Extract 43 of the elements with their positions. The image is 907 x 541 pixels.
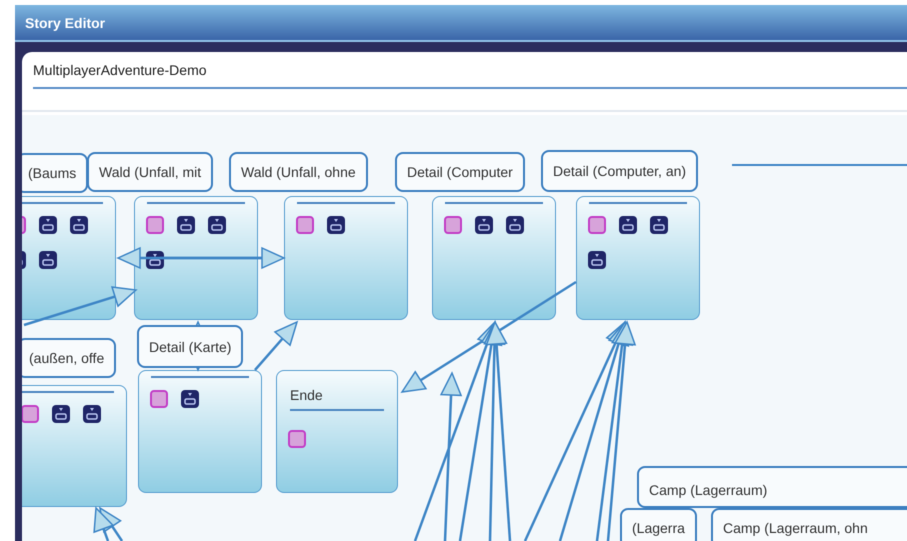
square-icon [588, 216, 606, 234]
node-label[interactable]: Camp (Lagerraum) [637, 466, 907, 508]
tray-icon [39, 251, 57, 269]
story-title-field[interactable]: MultiplayerAdventure-Demo [33, 62, 907, 89]
node-label[interactable]: (Lagerra [620, 508, 697, 541]
tray-icon [39, 216, 57, 234]
story-node[interactable] [432, 196, 556, 320]
node-label[interactable]: Wald (Unfall, mit [87, 152, 214, 192]
square-icon [444, 216, 462, 234]
square-icon [146, 216, 164, 234]
square-icon [296, 216, 314, 234]
square-icon [288, 430, 306, 448]
connector-arrow [93, 506, 114, 541]
tray-icon [52, 405, 70, 423]
square-icon [150, 390, 168, 408]
tray-icon [588, 251, 606, 269]
story-node[interactable] [134, 196, 258, 320]
node-title: Ende [290, 387, 384, 411]
node-label[interactable]: Detail (Computer, an) [541, 150, 698, 192]
tray-icon [177, 216, 195, 234]
node-label[interactable]: Detail (Computer [395, 152, 525, 192]
tray-icon [650, 216, 668, 234]
story-node[interactable] [576, 196, 700, 320]
tray-icon [70, 216, 88, 234]
tray-icon [83, 405, 101, 423]
tray-icon [181, 390, 199, 408]
node-label[interactable]: (Baums [22, 153, 88, 193]
tray-icon [506, 216, 524, 234]
tray-icon [475, 216, 493, 234]
story-node[interactable]: Ende [276, 370, 398, 493]
story-node[interactable] [22, 196, 116, 320]
node-label[interactable]: Detail (Karte) [137, 325, 244, 368]
tray-icon [208, 216, 226, 234]
node-label[interactable]: Camp (Lagerraum, ohn [711, 508, 907, 541]
window-title: Story Editor [15, 5, 907, 42]
tray-icon [327, 216, 345, 234]
node-label[interactable]: (außen, offe [22, 338, 116, 378]
story-node[interactable] [22, 385, 127, 507]
node-label[interactable]: Wald (Unfall, ohne [229, 152, 368, 192]
connector-arrow [254, 320, 298, 371]
story-node[interactable] [138, 370, 262, 493]
story-node[interactable] [284, 196, 408, 320]
tray-icon [619, 216, 637, 234]
